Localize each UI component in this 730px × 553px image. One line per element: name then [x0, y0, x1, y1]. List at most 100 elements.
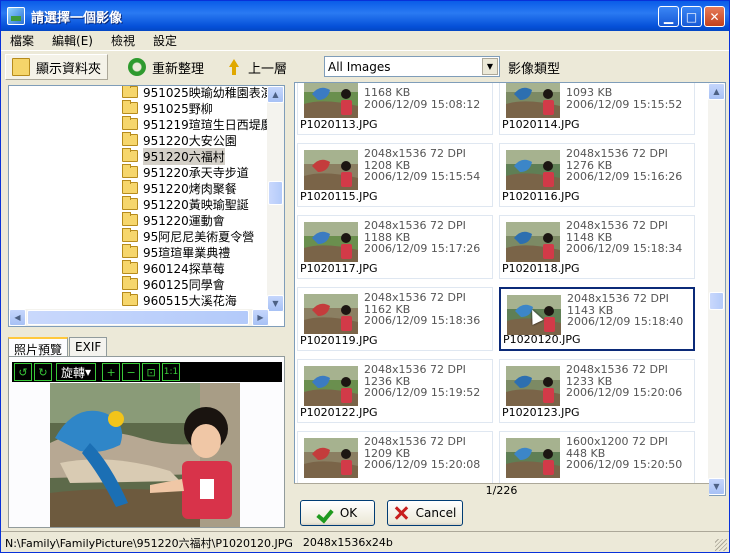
- image-thumbnail[interactable]: 1093 KB 2006/12/09 15:15:52 P1020114.JPG: [499, 83, 695, 135]
- app-icon: [7, 7, 25, 25]
- refresh-icon: [128, 58, 147, 76]
- folder-item[interactable]: 960125同學會: [9, 276, 269, 292]
- folder-item[interactable]: 960515大溪花海: [9, 292, 269, 308]
- image-thumbnail[interactable]: 2048x1536 72 DPI 1143 KB 2006/12/09 15:18:…: [499, 287, 695, 351]
- folder-icon: [122, 116, 138, 130]
- rotate-left-icon[interactable]: ↺: [14, 363, 32, 381]
- thumbnail-date: 2006/12/09 15:15:52: [566, 97, 683, 111]
- image-thumbnail[interactable]: 2048x1536 72 DPI 1162 KB 2006/12/09 15:18:…: [297, 287, 493, 351]
- tree-vertical-scrollbar[interactable]: ▲ ▼: [267, 86, 284, 312]
- zoom-in-icon[interactable]: +: [102, 363, 121, 381]
- tab-exif[interactable]: EXIF: [69, 337, 108, 357]
- folder-label: 951220黃映瑜聖誕: [143, 197, 249, 212]
- thumbnail-image: [304, 150, 358, 190]
- thumbnail-date: 2006/12/09 15:20:50: [566, 458, 683, 471]
- scroll-left-button[interactable]: ◀: [9, 309, 26, 326]
- folder-item[interactable]: 951219瑄瑄生日西堤慶祝: [9, 116, 269, 132]
- folder-item[interactable]: 951025野柳: [9, 100, 269, 116]
- folder-label: 951025映瑜幼稚園表演: [143, 85, 269, 100]
- scroll-down-button[interactable]: ▼: [708, 478, 725, 495]
- tab-photo-preview[interactable]: 照片預覽: [8, 337, 69, 357]
- status-bar: N:\Family\FamilyPicture\951220六福村\P10201…: [1, 531, 729, 553]
- show-folder-button[interactable]: 顯示資料夾: [5, 54, 109, 80]
- scroll-up-button[interactable]: ▲: [708, 83, 725, 100]
- folder-item[interactable]: 951025映瑜幼稚園表演: [9, 85, 269, 100]
- scroll-down-button[interactable]: ▼: [267, 295, 284, 312]
- menu-edit[interactable]: 編輯(E): [43, 32, 102, 49]
- folder-item[interactable]: 95阿尼尼美術夏令營: [9, 228, 269, 244]
- fit-window-icon[interactable]: ⊡: [142, 363, 161, 381]
- minimize-button[interactable]: ▁: [658, 6, 679, 27]
- folder-item[interactable]: 951220承天寺步道: [9, 164, 269, 180]
- scroll-thumb[interactable]: [268, 181, 283, 205]
- resize-grip[interactable]: [715, 539, 727, 551]
- folder-label: 95阿尼尼美術夏令營: [143, 229, 255, 244]
- cancel-button[interactable]: Cancel: [387, 500, 463, 526]
- close-icon: [394, 506, 408, 520]
- folder-icon: [122, 132, 138, 146]
- thumbnail-grid[interactable]: 1168 KB 2006/12/09 15:08:12 P1020113.JPG 10…: [294, 82, 726, 496]
- folder-item[interactable]: 960124探草莓: [9, 260, 269, 276]
- close-button[interactable]: ✕: [704, 6, 725, 27]
- folder-item[interactable]: 951220烤肉聚餐: [9, 180, 269, 196]
- menu-bar: 檔案 編輯(E) 檢視 設定: [1, 31, 729, 51]
- thumbnail-res: 2048x1536 72 DPI: [364, 219, 466, 232]
- title-bar[interactable]: 請選擇一個影像 ▁ □ ✕: [1, 1, 729, 31]
- thumbnail-res: 2048x1536 72 DPI: [364, 363, 466, 376]
- thumbnail-size: 1093 KB: [566, 86, 613, 99]
- image-type-select[interactable]: All Images ▼: [324, 56, 500, 77]
- thumbnail-image: [506, 150, 560, 190]
- refresh-button[interactable]: 重新整理: [122, 54, 210, 80]
- menu-view[interactable]: 檢視: [102, 32, 144, 49]
- thumbnail-date: 2006/12/09 15:08:12: [364, 97, 481, 111]
- scroll-thumb[interactable]: [27, 310, 249, 325]
- thumbnail-res: 2048x1536 72 DPI: [566, 147, 668, 160]
- up-folder-button[interactable]: 上一層: [218, 54, 293, 80]
- folder-label: 951220烤肉聚餐: [143, 181, 237, 196]
- folder-item[interactable]: 951220運動會: [9, 212, 269, 228]
- scroll-thumb[interactable]: [709, 292, 724, 310]
- folder-label: 951220運動會: [143, 213, 225, 228]
- folder-label: 960125同學會: [143, 277, 225, 292]
- menu-settings[interactable]: 設定: [144, 32, 186, 49]
- image-thumbnail[interactable]: 2048x1536 72 DPI 1276 KB 2006/12/09 15:16:…: [499, 143, 695, 207]
- image-thumbnail[interactable]: 2048x1536 72 DPI 1236 KB 2006/12/09 15:19:…: [297, 359, 493, 423]
- image-thumbnail[interactable]: 2048x1536 72 DPI 1148 KB 2006/12/09 15:18:…: [499, 215, 695, 279]
- scroll-up-button[interactable]: ▲: [267, 86, 284, 103]
- thumbnail-res: 1600x1200 72 DPI: [566, 435, 668, 448]
- image-thumbnail[interactable]: 2048x1536 72 DPI 1188 KB 2006/12/09 15:17:…: [297, 215, 493, 279]
- menu-file[interactable]: 檔案: [1, 32, 43, 49]
- thumbnail-date: 2006/12/09 15:15:54: [364, 170, 481, 183]
- folder-label: 951220大安公園: [143, 133, 237, 148]
- zoom-out-icon[interactable]: −: [122, 363, 141, 381]
- preview-photo: [50, 383, 240, 527]
- thumbnail-image: [506, 83, 560, 118]
- image-thumbnail[interactable]: 1168 KB 2006/12/09 15:08:12 P1020113.JPG: [297, 83, 493, 135]
- rotate-right-icon[interactable]: ↻: [34, 363, 52, 381]
- folder-icon: [122, 228, 138, 242]
- thumbnail-filename: P1020114.JPG: [502, 118, 580, 131]
- folder-label: 951220承天寺步道: [143, 165, 249, 180]
- maximize-button[interactable]: □: [681, 6, 702, 27]
- thumbs-vertical-scrollbar[interactable]: ▲ ▼: [708, 83, 725, 495]
- actual-size-icon[interactable]: 1:1: [162, 363, 181, 381]
- thumbnail-date: 2006/12/09 15:20:08: [364, 458, 481, 471]
- folder-item[interactable]: 951220六福村: [9, 147, 269, 165]
- thumbnail-res: 2048x1536 72 DPI: [567, 292, 669, 305]
- folder-item[interactable]: 951220黃映瑜聖誕: [9, 196, 269, 212]
- thumbnail-image: [304, 366, 358, 406]
- folder-icon: [122, 196, 138, 210]
- folder-item[interactable]: 951220大安公園: [9, 132, 269, 148]
- rotate-menu[interactable]: 旋轉 ▾: [56, 363, 97, 381]
- tree-horizontal-scrollbar[interactable]: ◀ ▶: [9, 309, 269, 326]
- chevron-down-icon[interactable]: ▼: [482, 58, 498, 75]
- image-thumbnail[interactable]: 2048x1536 72 DPI 1233 KB 2006/12/09 15:20:…: [499, 359, 695, 423]
- folder-icon: [122, 148, 138, 162]
- window-title: 請選擇一個影像: [31, 10, 123, 26]
- scroll-right-button[interactable]: ▶: [252, 309, 269, 326]
- ok-button[interactable]: OK: [300, 500, 375, 526]
- folder-item[interactable]: 95瑄瑄畢業典禮: [9, 244, 269, 260]
- folder-tree[interactable]: 951025映瑜幼稚園表演951025野柳951219瑄瑄生日西堤慶祝95122…: [8, 85, 285, 327]
- image-thumbnail[interactable]: 2048x1536 72 DPI 1208 KB 2006/12/09 15:15:…: [297, 143, 493, 207]
- thumbnail-date: 2006/12/09 15:18:40: [567, 315, 684, 328]
